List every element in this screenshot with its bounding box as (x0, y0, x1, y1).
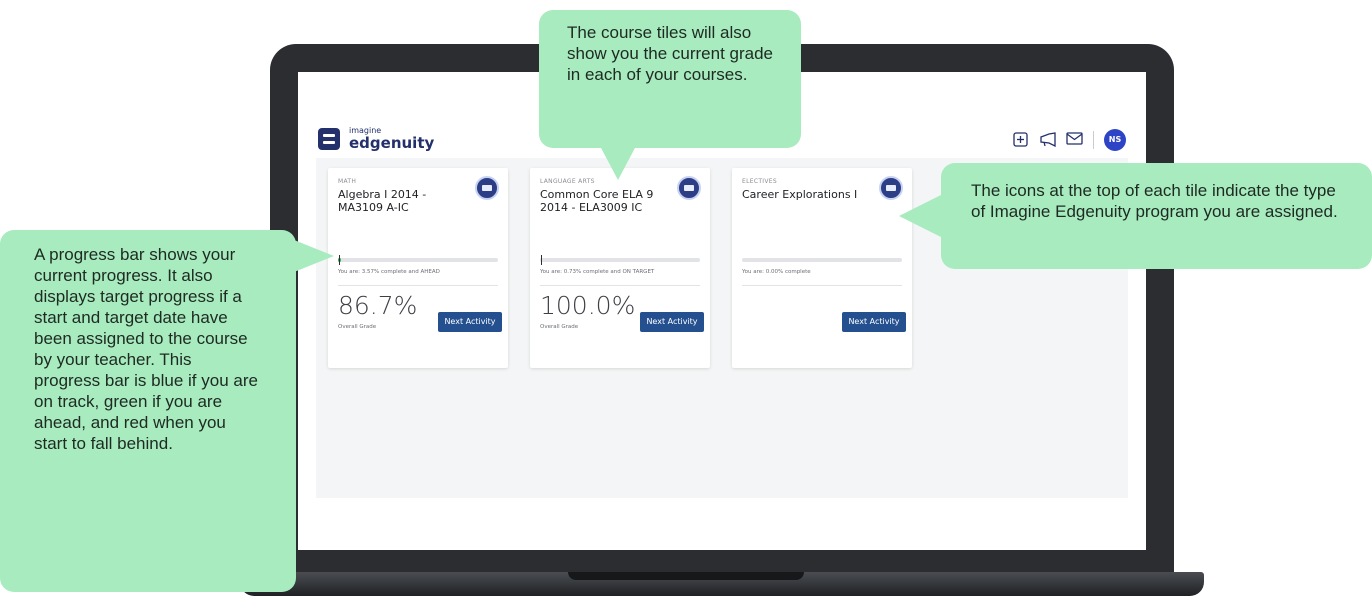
progress-bar (338, 255, 498, 265)
overall-grade: 100.0% (540, 291, 636, 320)
course-category: MATH (338, 178, 357, 185)
progress-target-marker (541, 255, 542, 265)
course-tile-math[interactable]: MATH Algebra I 2014 - MA3109 A-IC You ar… (328, 168, 508, 368)
plus-square-icon[interactable] (1012, 131, 1029, 149)
card-divider (540, 285, 700, 286)
course-title[interactable]: Common Core ELA 9 2014 - ELA3009 IC (540, 188, 670, 214)
course-tile-language-arts[interactable]: LANGUAGE ARTS Common Core ELA 9 2014 - E… (530, 168, 710, 368)
course-category: LANGUAGE ARTS (540, 178, 595, 185)
next-activity-button[interactable]: Next Activity (842, 312, 906, 332)
course-tile-electives[interactable]: ELECTIVES Career Explorations I You are:… (732, 168, 912, 368)
overall-grade: 86.7% (338, 291, 418, 320)
progress-status: You are: 3.57% complete and AHEAD (338, 269, 440, 275)
megaphone-icon[interactable] (1039, 131, 1056, 149)
next-activity-button[interactable]: Next Activity (438, 312, 502, 332)
mail-icon[interactable] (1066, 131, 1083, 149)
progress-status: You are: 0.00% complete (742, 269, 811, 275)
callout-pointer (294, 240, 334, 272)
progress-status: You are: 0.73% complete and ON TARGET (540, 269, 655, 275)
card-divider (742, 285, 902, 286)
next-activity-button[interactable]: Next Activity (640, 312, 704, 332)
logo-big-text: edgenuity (349, 134, 435, 152)
progress-bar (540, 255, 700, 265)
callout-pointer (899, 194, 943, 238)
overall-grade-label: Overall Grade (540, 324, 579, 330)
logo-text: imagine edgenuity (349, 127, 434, 151)
header-actions: NS (1002, 129, 1126, 151)
callout-progress-bar: A progress bar shows your current progre… (0, 230, 296, 592)
callout-course-grade: The course tiles will also show you the … (539, 10, 801, 148)
callout-pointer (600, 146, 636, 180)
avatar[interactable]: NS (1104, 129, 1126, 151)
logo-icon (318, 128, 340, 150)
overall-grade-label: Overall Grade (338, 324, 377, 330)
course-title[interactable]: Algebra I 2014 - MA3109 A-IC (338, 188, 468, 214)
course-title[interactable]: Career Explorations I (742, 188, 872, 201)
course-category: ELECTIVES (742, 178, 777, 185)
header-divider (1093, 131, 1094, 149)
app-logo[interactable]: imagine edgenuity (318, 127, 434, 151)
program-type-icon (677, 176, 701, 200)
callout-program-icons: The icons at the top of each tile indica… (941, 163, 1372, 269)
progress-target-marker (339, 255, 340, 265)
program-type-icon (475, 176, 499, 200)
progress-bar (742, 258, 902, 262)
laptop-notch (568, 572, 804, 580)
card-divider (338, 285, 498, 286)
